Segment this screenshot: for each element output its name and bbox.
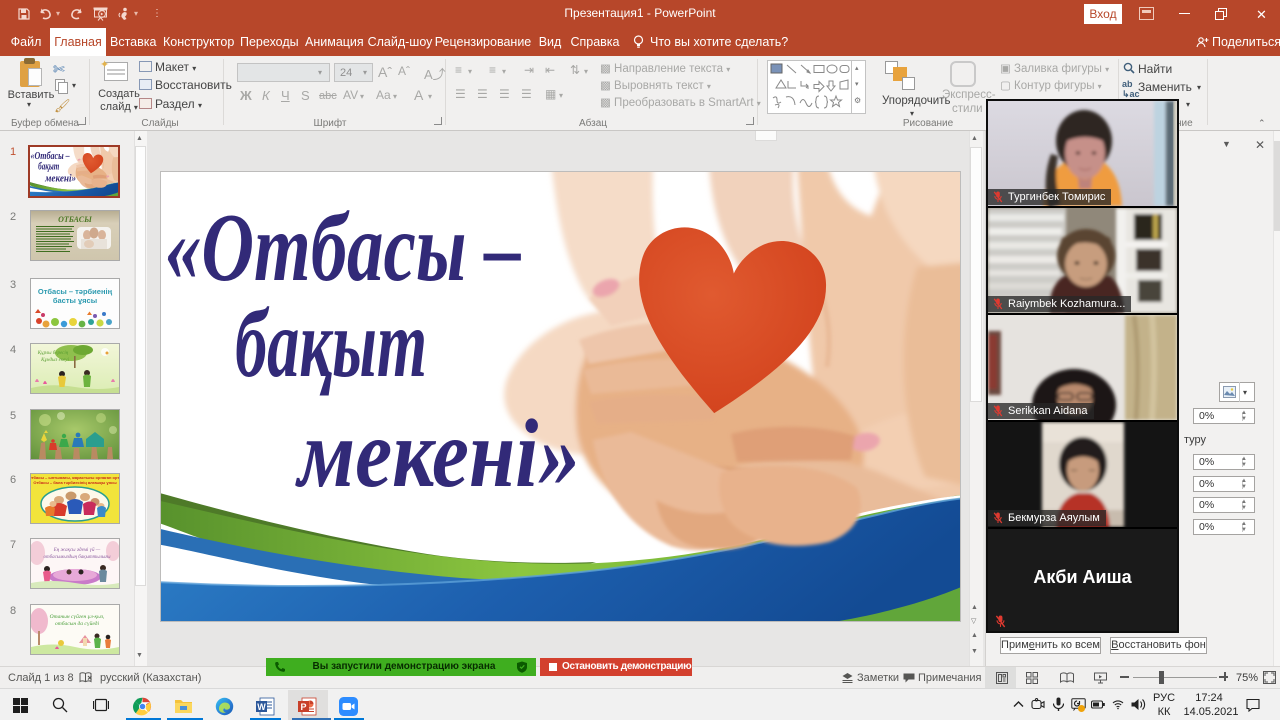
svg-text:Ең жақсы әдемі үй —: Ең жақсы әдемі үй — bbox=[53, 547, 101, 553]
svg-text:Отбасы – бала тәрбиесінің алға: Отбасы – бала тәрбиесінің алғашқы ұясы bbox=[33, 480, 117, 485]
svg-text:P: P bbox=[300, 702, 306, 712]
svg-text:Құрлы бересің: Құрлы бересің bbox=[37, 351, 69, 356]
svg-text:басты ұясы: басты ұясы bbox=[53, 296, 97, 305]
svg-text:Отанын сүйген ұл-қыз,: Отанын сүйген ұл-қыз, bbox=[50, 613, 105, 620]
svg-text:Құндыз екеуі: Құндыз екеуі bbox=[40, 358, 69, 363]
svg-text:«Отбасы –: «Отбасы – bbox=[165, 194, 521, 301]
svg-text:ОТБАСЫ: ОТБАСЫ bbox=[58, 215, 92, 224]
svg-text:Отбасы – тәрбиенің: Отбасы – тәрбиенің bbox=[38, 287, 113, 296]
svg-text:W: W bbox=[257, 702, 266, 712]
svg-text:бақыт: бақыт bbox=[235, 290, 427, 397]
svg-text:отбасын да сүйеді: отбасын да сүйеді bbox=[55, 620, 99, 627]
svg-text:мекені»: мекені» bbox=[295, 400, 580, 507]
svg-text:отбасымыздың бақыттылығы: отбасымыздың бақыттылығы bbox=[43, 555, 111, 560]
